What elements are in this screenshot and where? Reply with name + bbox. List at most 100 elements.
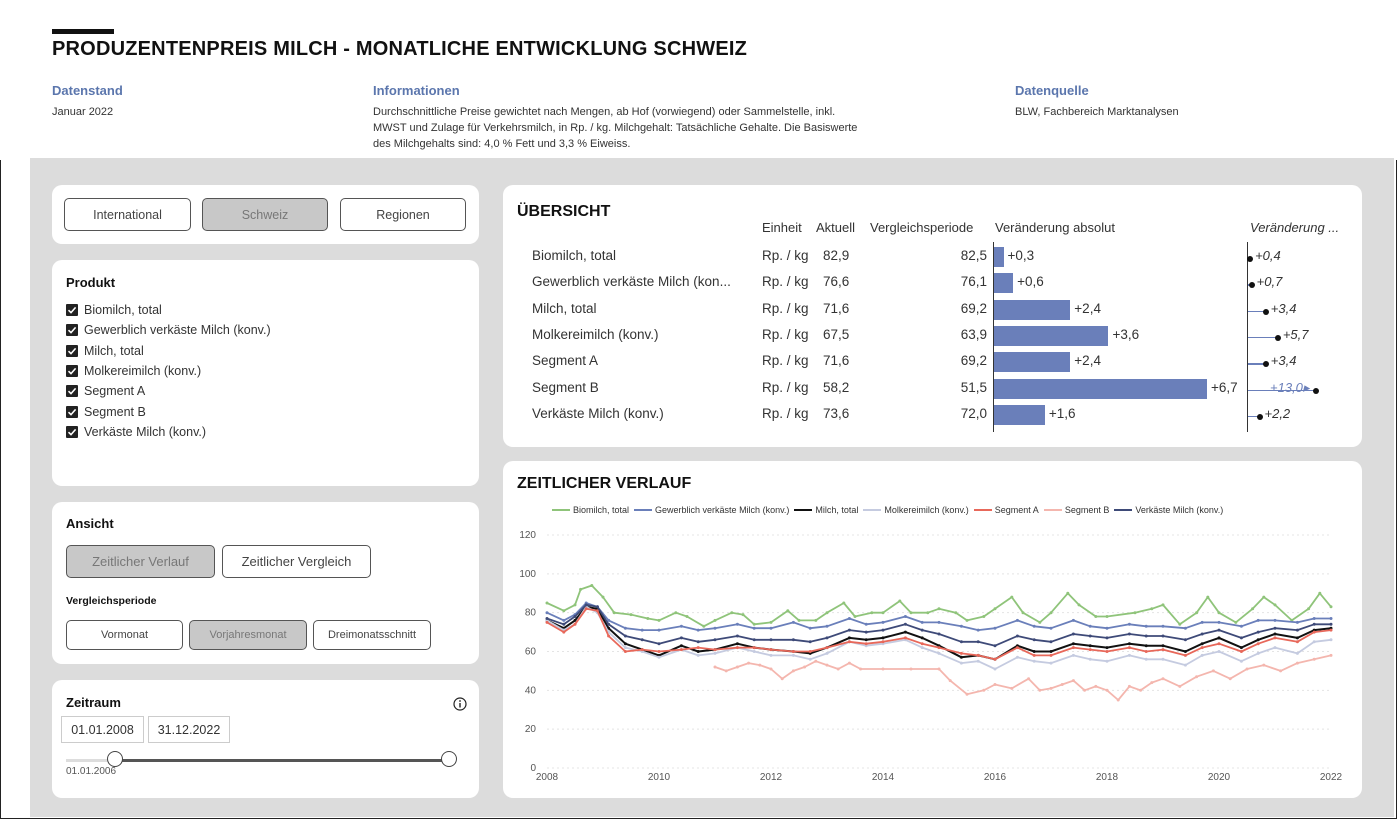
data-point	[1262, 595, 1266, 599]
checkbox-checked-icon[interactable]	[66, 344, 78, 357]
chart-legend: Biomilch, total Gewerblich verkäste Milch…	[552, 505, 1228, 515]
info-icon[interactable]	[453, 697, 467, 711]
data-point	[623, 650, 627, 653]
data-point	[1105, 626, 1109, 630]
data-point	[579, 587, 583, 591]
data-point	[881, 636, 885, 640]
data-point	[713, 618, 717, 622]
data-point	[1262, 663, 1266, 667]
data-point	[1217, 628, 1221, 632]
nav-button-international[interactable]: International	[64, 198, 191, 231]
view-button-vergleich[interactable]: Zeitlicher Vergleich	[222, 545, 371, 578]
slider-handle-start[interactable]	[107, 751, 123, 767]
period-button-dreimonatsschnitt[interactable]: Dreimonatsschnitt	[313, 620, 431, 650]
row-pct-change: +3,4	[1270, 353, 1297, 369]
legend-swatch	[863, 509, 882, 511]
data-point	[909, 667, 913, 671]
data-point	[926, 611, 930, 615]
data-point	[1312, 617, 1316, 620]
abs-change-bar	[994, 325, 1109, 346]
data-point	[1312, 640, 1316, 644]
data-point	[937, 667, 941, 671]
data-point	[842, 601, 846, 605]
data-point	[629, 613, 633, 617]
data-point	[1239, 636, 1243, 640]
data-point	[1295, 651, 1299, 655]
checkbox-checked-icon[interactable]	[66, 425, 78, 438]
period-button-vormonat[interactable]: Vormonat	[66, 620, 183, 650]
product-checkbox-item[interactable]: Segment A	[66, 382, 145, 400]
data-point	[920, 628, 924, 632]
data-point	[696, 640, 700, 644]
product-checkbox-item[interactable]: Segment B	[66, 403, 146, 421]
data-point	[1049, 661, 1053, 665]
row-abs-change: +3,6	[1112, 326, 1140, 342]
data-point	[1127, 646, 1131, 650]
row-pct-change: +0,7	[1256, 274, 1283, 290]
data-point	[769, 620, 773, 624]
x-tick-label: 2008	[536, 772, 559, 783]
data-point	[814, 659, 818, 663]
data-point	[1295, 636, 1299, 640]
row-unit: Rp. / kg	[762, 353, 809, 369]
data-point	[937, 651, 941, 655]
data-point	[1071, 618, 1075, 622]
row-abs-change: +1,6	[1048, 405, 1076, 421]
checkbox-checked-icon[interactable]	[66, 364, 78, 377]
legend-item[interactable]: Biomilch, total	[552, 505, 629, 515]
pct-change-line	[1248, 336, 1278, 339]
legend-item[interactable]: Milch, total	[794, 505, 858, 515]
data-point	[1021, 611, 1025, 615]
data-point	[573, 622, 577, 626]
data-point	[976, 628, 980, 632]
product-checkbox-item[interactable]: Molkereimilch (konv.)	[66, 362, 201, 380]
nav-button-regionen[interactable]: Regionen	[340, 198, 466, 231]
data-point	[903, 630, 907, 634]
nav-button-schweiz[interactable]: Schweiz	[202, 198, 328, 231]
row-unit: Rp. / kg	[762, 274, 809, 290]
data-point	[965, 692, 969, 696]
data-point	[965, 618, 969, 622]
data-point	[1256, 651, 1260, 655]
row-abs-change: +6,7	[1211, 379, 1238, 395]
data-point	[1049, 611, 1053, 615]
data-point	[612, 611, 616, 615]
data-point	[803, 665, 807, 669]
data-point	[903, 622, 907, 626]
data-point	[752, 626, 756, 630]
y-tick-label: 20	[525, 724, 537, 735]
product-checkbox-item[interactable]: Biomilch, total	[66, 301, 162, 319]
data-point	[1161, 677, 1165, 681]
data-point	[853, 615, 857, 618]
checkbox-checked-icon[interactable]	[66, 324, 78, 337]
data-point	[623, 634, 627, 638]
legend-item[interactable]: Molkereimilch (konv.)	[863, 505, 969, 515]
slider-handle-end[interactable]	[441, 751, 457, 767]
data-point	[657, 655, 661, 659]
product-checkbox-item[interactable]: Gewerblich verkäste Milch (konv.)	[66, 321, 271, 339]
end-date-input[interactable]: 31.12.2022	[148, 716, 230, 743]
product-checkbox-item[interactable]: Verkäste Milch (konv.)	[66, 423, 206, 441]
row-unit: Rp. / kg	[762, 248, 809, 263]
legend-item[interactable]: Gewerblich verkäste Milch (konv.)	[634, 505, 789, 515]
row-current-value: 73,6	[823, 405, 850, 421]
checkbox-checked-icon[interactable]	[66, 304, 78, 316]
data-point	[825, 663, 829, 667]
data-point	[562, 622, 566, 626]
period-button-vorjahresmonat[interactable]: Vorjahresmonat	[189, 620, 307, 650]
start-date-input[interactable]: 01.01.2008	[61, 716, 144, 743]
view-button-verlauf[interactable]: Zeitlicher Verlauf	[66, 545, 215, 578]
legend-item[interactable]: Segment B	[1043, 505, 1109, 515]
legend-item[interactable]: Segment A	[973, 505, 1039, 515]
checkbox-checked-icon[interactable]	[66, 405, 78, 418]
row-product-name: Verkäste Milch (konv.)	[532, 405, 664, 421]
data-point	[1161, 644, 1165, 648]
data-point	[1318, 591, 1322, 595]
data-point	[1295, 620, 1299, 624]
data-point	[584, 607, 588, 611]
legend-item[interactable]: Verkäste Milch (konv.)	[1114, 505, 1223, 515]
product-checkbox-item[interactable]: Milch, total	[66, 342, 144, 360]
checkbox-checked-icon[interactable]	[66, 385, 78, 398]
data-point	[1256, 618, 1260, 622]
data-point	[752, 650, 756, 653]
